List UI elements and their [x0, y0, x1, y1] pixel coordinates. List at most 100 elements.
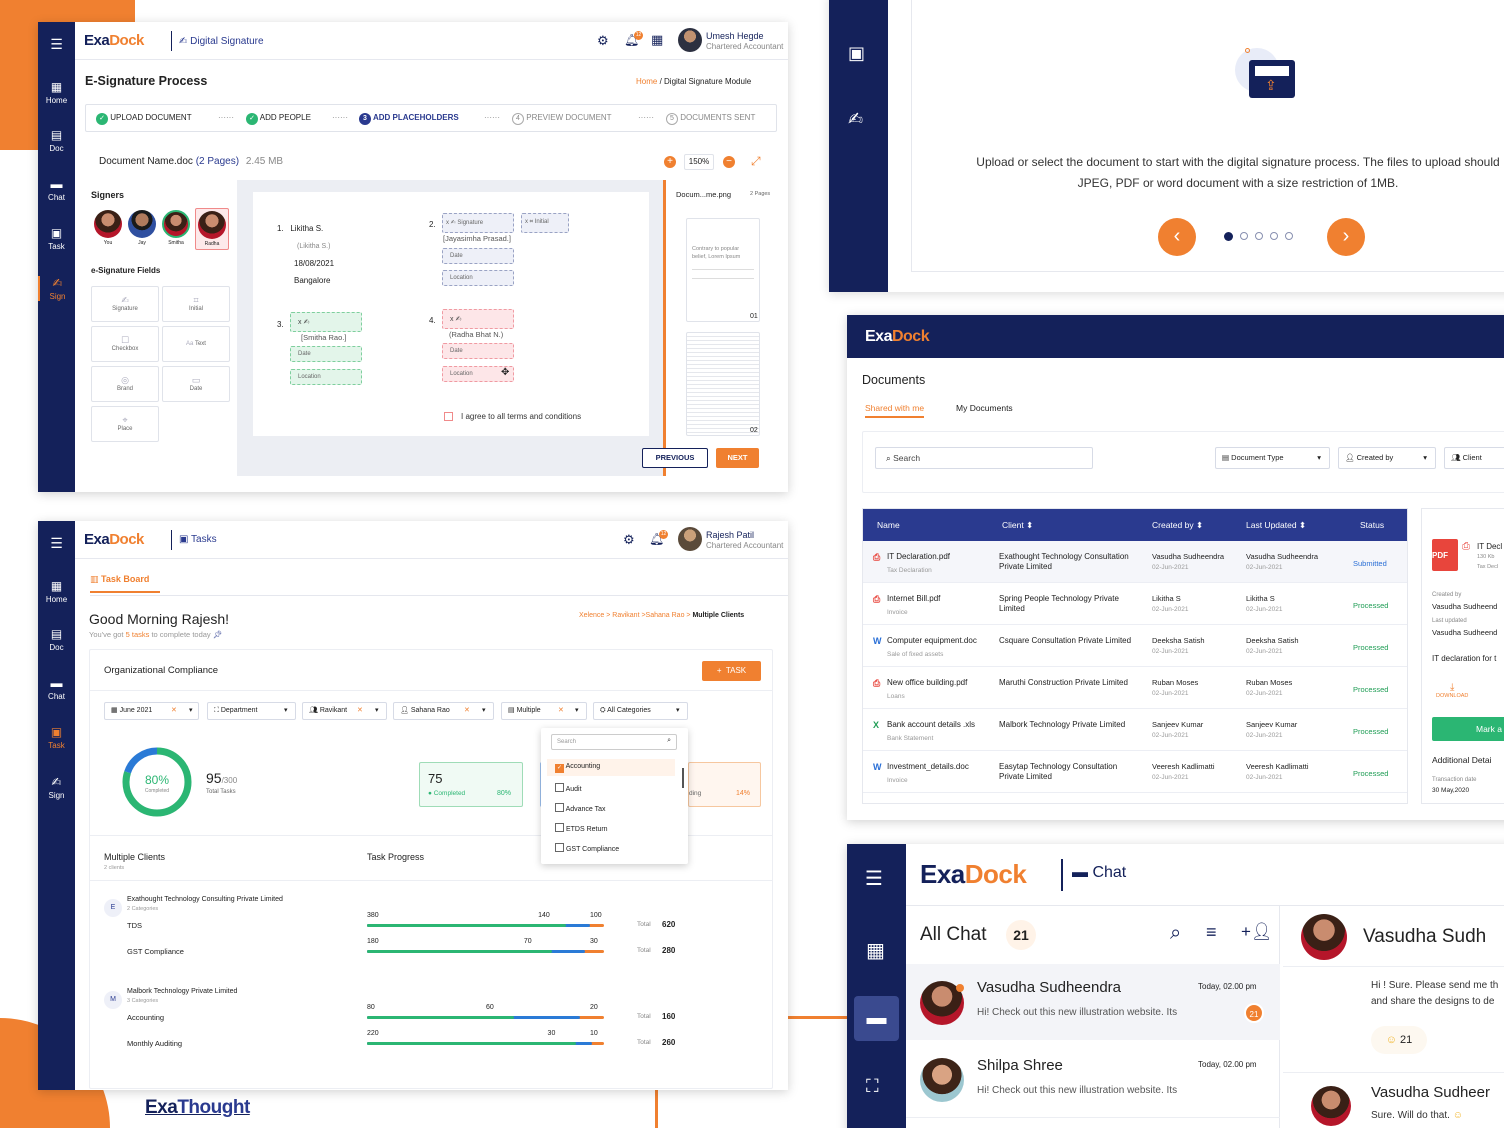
task-row[interactable]: TDS 380 140 100 Total 620: [90, 912, 774, 940]
breadcrumb-home[interactable]: Home: [636, 77, 657, 86]
avatar[interactable]: [678, 527, 702, 551]
completed-card[interactable]: 75 ● Completed 80%: [419, 762, 523, 807]
signer-you[interactable]: You: [93, 210, 123, 246]
filter-created-by[interactable]: 👤︎ Created by ▾: [1338, 447, 1436, 469]
col-last-updated[interactable]: Last Updated ⬍: [1246, 520, 1306, 531]
carousel-dot[interactable]: [1285, 232, 1293, 240]
tab-my-documents[interactable]: My Documents: [956, 403, 1013, 413]
carousel-next-button[interactable]: ›: [1327, 218, 1365, 256]
filter-ravikant[interactable]: 👥︎ Ravikant ✕ ▾: [302, 702, 387, 720]
logo[interactable]: ExaDock: [84, 32, 144, 49]
col-name[interactable]: Name: [877, 520, 900, 530]
table-row[interactable]: W Computer equipment.doc Sale of fixed a…: [863, 625, 1407, 667]
doc-name[interactable]: New office building.pdf: [887, 678, 967, 687]
sidebar-item-home[interactable]: ▦ Home: [38, 579, 75, 604]
agree-checkbox[interactable]: [444, 412, 453, 421]
col-client[interactable]: Client ⬍: [1002, 520, 1033, 531]
placeholder-location-3[interactable]: Location: [290, 369, 362, 385]
add-task-button[interactable]: + TASK: [702, 661, 761, 681]
tab-task-board[interactable]: ▥ Task Board: [90, 574, 160, 593]
signer-smitha[interactable]: Smitha: [161, 210, 191, 246]
next-button[interactable]: NEXT: [716, 448, 759, 468]
sidebar-item-sign[interactable]: ✍ Sign: [38, 276, 75, 301]
step-sent[interactable]: 5 DOCUMENTS SENT: [666, 113, 755, 125]
step-upload[interactable]: ✓ UPLOAD DOCUMENT: [96, 113, 192, 125]
filter-categories[interactable]: ⛭ All Categories ▾: [593, 702, 688, 720]
doc-name[interactable]: IT Declaration.pdf: [887, 552, 950, 561]
placeholder-signature-2[interactable]: x ✍ Signature: [442, 213, 514, 233]
zoom-in-icon[interactable]: +: [664, 156, 676, 168]
category-option-advance-tax[interactable]: Advance Tax: [547, 799, 675, 816]
doc-name[interactable]: Computer equipment.doc: [887, 636, 977, 645]
field-checkbox[interactable]: ☐ Checkbox: [91, 326, 159, 362]
carousel-dot[interactable]: [1240, 232, 1248, 240]
search-icon[interactable]: ⌕: [1170, 922, 1181, 945]
filter-client[interactable]: 👥︎ Client: [1444, 447, 1504, 469]
sidebar-item-sign[interactable]: ✍ Sign: [38, 775, 75, 800]
filter-sahana[interactable]: 👤︎ Sahana Rao ✕ ▾: [393, 702, 494, 720]
category-option-gst[interactable]: GST Compliance: [547, 839, 675, 856]
previous-button[interactable]: PREVIOUS: [642, 448, 708, 468]
thumbnail-page-1[interactable]: Contrary to popular belief, Lorem Ipsum: [686, 218, 760, 322]
chat-item-active[interactable]: Vasudha Sudheendra Today, 02.00 pm Hi! C…: [906, 964, 1280, 1040]
sidebar-item-task[interactable]: ▣ Task: [38, 226, 75, 251]
field-signature[interactable]: ✍ Signature: [91, 286, 159, 322]
col-created-by[interactable]: Created by ⬍: [1152, 520, 1203, 531]
avatar[interactable]: [678, 28, 702, 52]
placeholder-date-2[interactable]: Date: [442, 248, 514, 264]
carousel-prev-button[interactable]: ‹: [1158, 218, 1196, 256]
sidebar-item-chat[interactable]: ▬ Chat: [38, 676, 75, 701]
field-initial[interactable]: ⌗ Initial: [162, 286, 230, 322]
dashboard-icon[interactable]: ▦: [866, 938, 885, 963]
filter-month[interactable]: ▦ June 2021 ✕ ▾: [104, 702, 199, 720]
signer-radha[interactable]: Radha: [195, 208, 229, 250]
field-brand[interactable]: ◎ Brand: [91, 366, 159, 402]
logo[interactable]: ExaDock: [920, 859, 1027, 890]
sidebar-item-doc[interactable]: ▤ Doc: [38, 128, 75, 153]
upload-folder-icon[interactable]: ⇪: [1235, 48, 1297, 110]
pending-card[interactable]: ding 14%: [688, 762, 761, 807]
sidebar-item-task[interactable]: ▣ Task: [38, 725, 75, 750]
placeholder-signature-4[interactable]: x ✍: [442, 309, 514, 329]
zoom-out-icon[interactable]: −: [723, 156, 735, 168]
table-row[interactable]: ⎙ IT Declaration.pdf Tax Declaration Exa…: [863, 541, 1407, 583]
signer-jay[interactable]: Jay: [127, 210, 157, 246]
doc-name[interactable]: Internet Bill.pdf: [887, 594, 940, 603]
menu-icon[interactable]: ☰: [38, 535, 75, 552]
filter-department[interactable]: ⛶ Department ▾: [207, 702, 296, 720]
tab-shared-with-me[interactable]: Shared with me: [865, 403, 925, 418]
mark-button[interactable]: Mark a: [1432, 717, 1504, 741]
table-row[interactable]: ⎙ Internet Bill.pdf Invoice Spring Peopl…: [863, 583, 1407, 625]
category-option-audit[interactable]: Audit: [547, 779, 675, 796]
logo[interactable]: ExaDock: [84, 531, 144, 548]
step-add-people[interactable]: ✓ ADD PEOPLE: [246, 113, 311, 125]
task-row[interactable]: GST Compliance 180 70 30 Total 280: [90, 938, 774, 966]
table-row[interactable]: W Investment_details.doc Invoice Easytap…: [863, 751, 1407, 793]
doc-name[interactable]: Bank account details .xls: [887, 720, 975, 729]
search-input[interactable]: ⌕ Search: [875, 447, 1093, 469]
col-status[interactable]: Status: [1360, 520, 1384, 530]
field-text[interactable]: Aa Text: [162, 326, 230, 362]
zoom-level[interactable]: 150%: [684, 154, 714, 170]
placeholder-initial-2[interactable]: x ⌗ Initial: [521, 213, 569, 233]
category-search-input[interactable]: Search ⌕: [551, 734, 677, 750]
sidebar-item-home[interactable]: ▦ Home: [38, 80, 75, 105]
table-row[interactable]: X Bank account details .xls Bank Stateme…: [863, 709, 1407, 751]
carousel-dot-active[interactable]: [1224, 232, 1233, 241]
doc-name[interactable]: Investment_details.doc: [887, 762, 969, 771]
placeholder-date-4[interactable]: Date: [442, 343, 514, 359]
filter-icon[interactable]: ≡: [1206, 922, 1217, 943]
calendar-icon[interactable]: ▣: [848, 43, 865, 64]
table-row[interactable]: ⎙ New office building.pdf Loans Maruthi …: [863, 667, 1407, 709]
carousel-dot[interactable]: [1255, 232, 1263, 240]
menu-icon[interactable]: ☰: [865, 866, 883, 891]
field-date[interactable]: ▭ Date: [162, 366, 230, 402]
gear-icon[interactable]: ⚙: [623, 532, 635, 548]
step-add-placeholders[interactable]: 3 ADD PLACEHOLDERS: [359, 113, 459, 125]
task-row[interactable]: Accounting 80 60 20 Total 160: [90, 1004, 774, 1032]
step-preview[interactable]: 4 PREVIEW DOCUMENT: [512, 113, 612, 125]
download-button[interactable]: ⤓ DOWNLOAD: [1436, 682, 1468, 699]
gear-icon[interactable]: ⚙: [597, 33, 609, 49]
sidebar-item-chat[interactable]: ▬ Chat: [38, 177, 75, 202]
logo[interactable]: ExaDock: [865, 328, 930, 346]
